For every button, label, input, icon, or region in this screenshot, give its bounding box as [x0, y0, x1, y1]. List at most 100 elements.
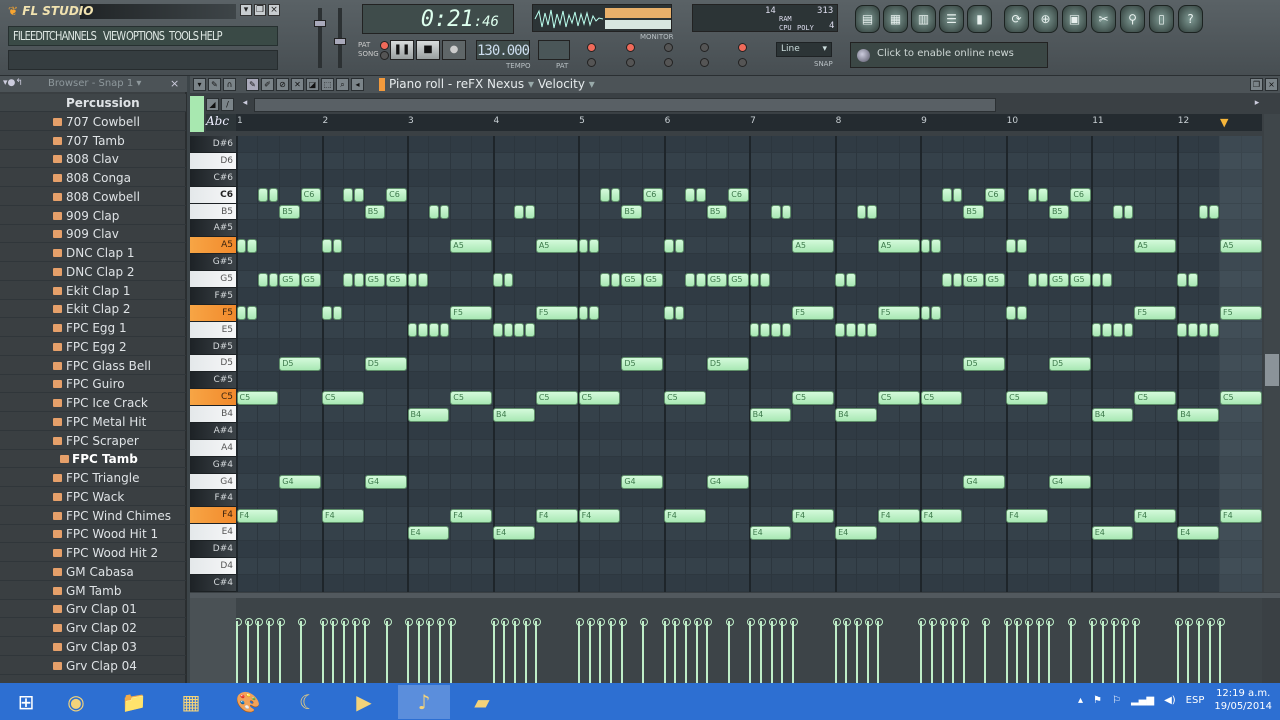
note-f4[interactable]: F4: [1219, 508, 1262, 523]
note-f5[interactable]: [1006, 306, 1016, 321]
note-f4[interactable]: F4: [877, 508, 920, 523]
note-g5[interactable]: [942, 272, 952, 287]
note-g5[interactable]: [418, 272, 428, 287]
title-bar[interactable]: [80, 4, 236, 19]
velocity-bar[interactable]: [266, 618, 275, 683]
browser-item[interactable]: DNC Clap 2: [0, 263, 186, 281]
note-b4[interactable]: B4: [1091, 407, 1134, 422]
stop-button[interactable]: ■: [416, 40, 440, 60]
note-g5[interactable]: [1102, 272, 1113, 287]
note-g5[interactable]: [599, 272, 610, 287]
note-f4[interactable]: F4: [792, 508, 835, 523]
note-a5[interactable]: [674, 238, 685, 253]
note-e5[interactable]: [439, 323, 450, 338]
velocity-bar[interactable]: [789, 618, 798, 683]
velocity-bar[interactable]: [747, 618, 756, 683]
note-c5[interactable]: C5: [236, 390, 279, 405]
piano-key-asharp4[interactable]: A#4: [190, 422, 236, 440]
paint-brush-icon[interactable]: ✐: [261, 78, 274, 91]
online-news-panel[interactable]: Click to enable online news: [850, 42, 1048, 68]
note-names-toggle[interactable]: Abc: [206, 114, 236, 131]
note-f5[interactable]: F5: [792, 306, 835, 321]
velocity-bar[interactable]: [1067, 618, 1076, 683]
velocity-bar[interactable]: [1110, 618, 1119, 683]
note-e4[interactable]: E4: [835, 525, 877, 540]
note-a5[interactable]: [931, 238, 942, 253]
velocity-bar[interactable]: [437, 618, 446, 683]
note-e4[interactable]: E4: [493, 525, 535, 540]
wait-led[interactable]: [587, 58, 596, 67]
note-c5[interactable]: C5: [1134, 390, 1177, 405]
typing-keyboard-led[interactable]: [738, 58, 747, 67]
velocity-bar[interactable]: [351, 618, 360, 683]
piano-key-a4[interactable]: A4: [190, 439, 236, 457]
cut-button[interactable]: ✂: [1091, 5, 1116, 33]
note-e5[interactable]: [760, 323, 770, 338]
browser-item[interactable]: 909 Clav: [0, 225, 186, 244]
note-e5[interactable]: [525, 323, 535, 338]
note-e5[interactable]: [407, 323, 418, 338]
ptn-led[interactable]: [664, 58, 673, 67]
note-e5[interactable]: [1113, 323, 1123, 338]
browser-item[interactable]: FPC Wack: [0, 488, 186, 506]
velocity-bar[interactable]: [1025, 618, 1034, 683]
note-g5[interactable]: [685, 272, 696, 287]
flag-icon[interactable]: ⚐: [1112, 695, 1121, 706]
note-g5[interactable]: [696, 272, 706, 287]
piano-key-csharp5[interactable]: C#5: [190, 372, 236, 390]
browser-item[interactable]: FPC Triangle: [0, 469, 186, 487]
piano-roll-control-target[interactable]: Velocity: [538, 77, 585, 91]
piano-roll-channel[interactable]: Piano roll - reFX Nexus: [389, 77, 524, 91]
browser-item[interactable]: 707 Cowbell: [0, 113, 186, 131]
velocity-bar[interactable]: [939, 618, 948, 683]
save-new-button[interactable]: ⊕: [1033, 5, 1058, 33]
note-c6[interactable]: [599, 188, 610, 203]
browser-item[interactable]: Grv Clap 01: [0, 600, 186, 619]
song-position-marker-icon[interactable]: ▼: [1220, 116, 1228, 129]
record-audio-button[interactable]: ⚲: [1120, 5, 1145, 33]
note-b5[interactable]: [1209, 205, 1219, 220]
pat-mode-led[interactable]: [380, 41, 389, 50]
note-g5[interactable]: [835, 272, 845, 287]
note-b5[interactable]: B5: [364, 205, 386, 220]
note-e5[interactable]: [1187, 323, 1198, 338]
note-g5[interactable]: [610, 272, 621, 287]
piano-key-g4[interactable]: G4: [190, 473, 236, 491]
velocity-bar[interactable]: [1003, 618, 1012, 683]
velocity-bar[interactable]: [843, 618, 852, 683]
countdown-led[interactable]: [626, 43, 635, 52]
taskbar-file-explorer-button[interactable]: 📁: [108, 685, 160, 719]
browser-item[interactable]: FPC Glass Bell: [0, 357, 186, 375]
network-signal-icon[interactable]: ▂▄▆: [1131, 695, 1154, 706]
note-a5[interactable]: [664, 238, 674, 253]
note-c6[interactable]: [343, 188, 354, 203]
wrench-icon[interactable]: ✎: [208, 78, 221, 91]
velocity-bar[interactable]: [383, 618, 392, 683]
velocity-bar[interactable]: [672, 618, 681, 683]
note-e5[interactable]: [428, 323, 439, 338]
browser-item[interactable]: 808 Conga: [0, 169, 186, 187]
piano-key-fsharp4[interactable]: F#4: [190, 490, 236, 508]
piano-key-b5[interactable]: B5: [190, 203, 236, 221]
note-f4[interactable]: F4: [664, 508, 706, 523]
note-a5[interactable]: [322, 238, 332, 253]
browser-button[interactable]: ☰: [939, 5, 964, 33]
velocity-bar[interactable]: [693, 618, 702, 683]
piano-key-d4[interactable]: D4: [190, 558, 236, 575]
note-a5[interactable]: [1006, 238, 1016, 253]
browser-item[interactable]: Grv Clap 02: [0, 619, 186, 637]
browser-item[interactable]: 808 Cowbell: [0, 188, 186, 206]
vertical-scrollbar[interactable]: [1264, 114, 1280, 592]
browser-item[interactable]: FPC Egg 2: [0, 338, 186, 356]
note-e5[interactable]: [845, 323, 856, 338]
note-e5[interactable]: [771, 323, 781, 338]
note-g5[interactable]: G5: [279, 272, 300, 287]
note-b5[interactable]: [867, 205, 877, 220]
taskbar-chrome-button[interactable]: ◉: [50, 685, 102, 719]
browser-item[interactable]: Ekit Clap 2: [0, 300, 186, 319]
browser-item[interactable]: FPC Metal Hit: [0, 413, 186, 431]
note-g5[interactable]: G5: [984, 272, 1006, 287]
note-c6[interactable]: C6: [1070, 188, 1091, 203]
menu-edit[interactable]: EDIT: [30, 29, 50, 43]
piano-key-asharp5[interactable]: A#5: [190, 220, 236, 238]
